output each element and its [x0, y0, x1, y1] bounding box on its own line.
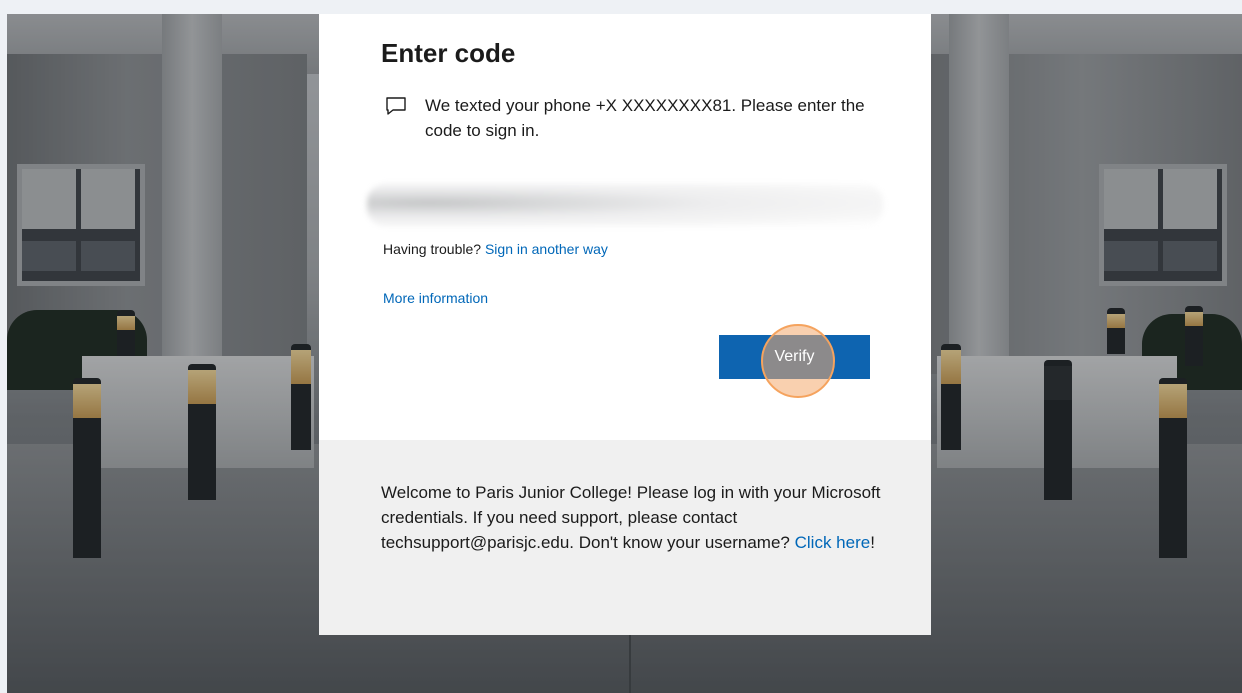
sign-in-card: Enter code We texted your phone +X XXXXX… — [319, 14, 931, 440]
trouble-row: Having trouble? Sign in another way — [383, 241, 608, 257]
sign-in-another-way-link[interactable]: Sign in another way — [485, 241, 608, 257]
sign-in-footer: Welcome to Paris Junior College! Please … — [319, 440, 931, 635]
welcome-text-end: ! — [870, 533, 875, 552]
click-here-link[interactable]: Click here — [795, 533, 871, 552]
verify-button[interactable] — [719, 335, 870, 379]
trouble-text: Having trouble? — [383, 241, 485, 257]
sms-sent-message: We texted your phone +X XXXXXXXX81. Plea… — [425, 96, 865, 140]
page-title: Enter code — [381, 38, 516, 68]
more-information-link[interactable]: More information — [383, 290, 488, 306]
message-icon — [386, 97, 406, 115]
welcome-text: Welcome to Paris Junior College! Please … — [381, 480, 881, 555]
verification-code-input[interactable] — [367, 184, 883, 226]
